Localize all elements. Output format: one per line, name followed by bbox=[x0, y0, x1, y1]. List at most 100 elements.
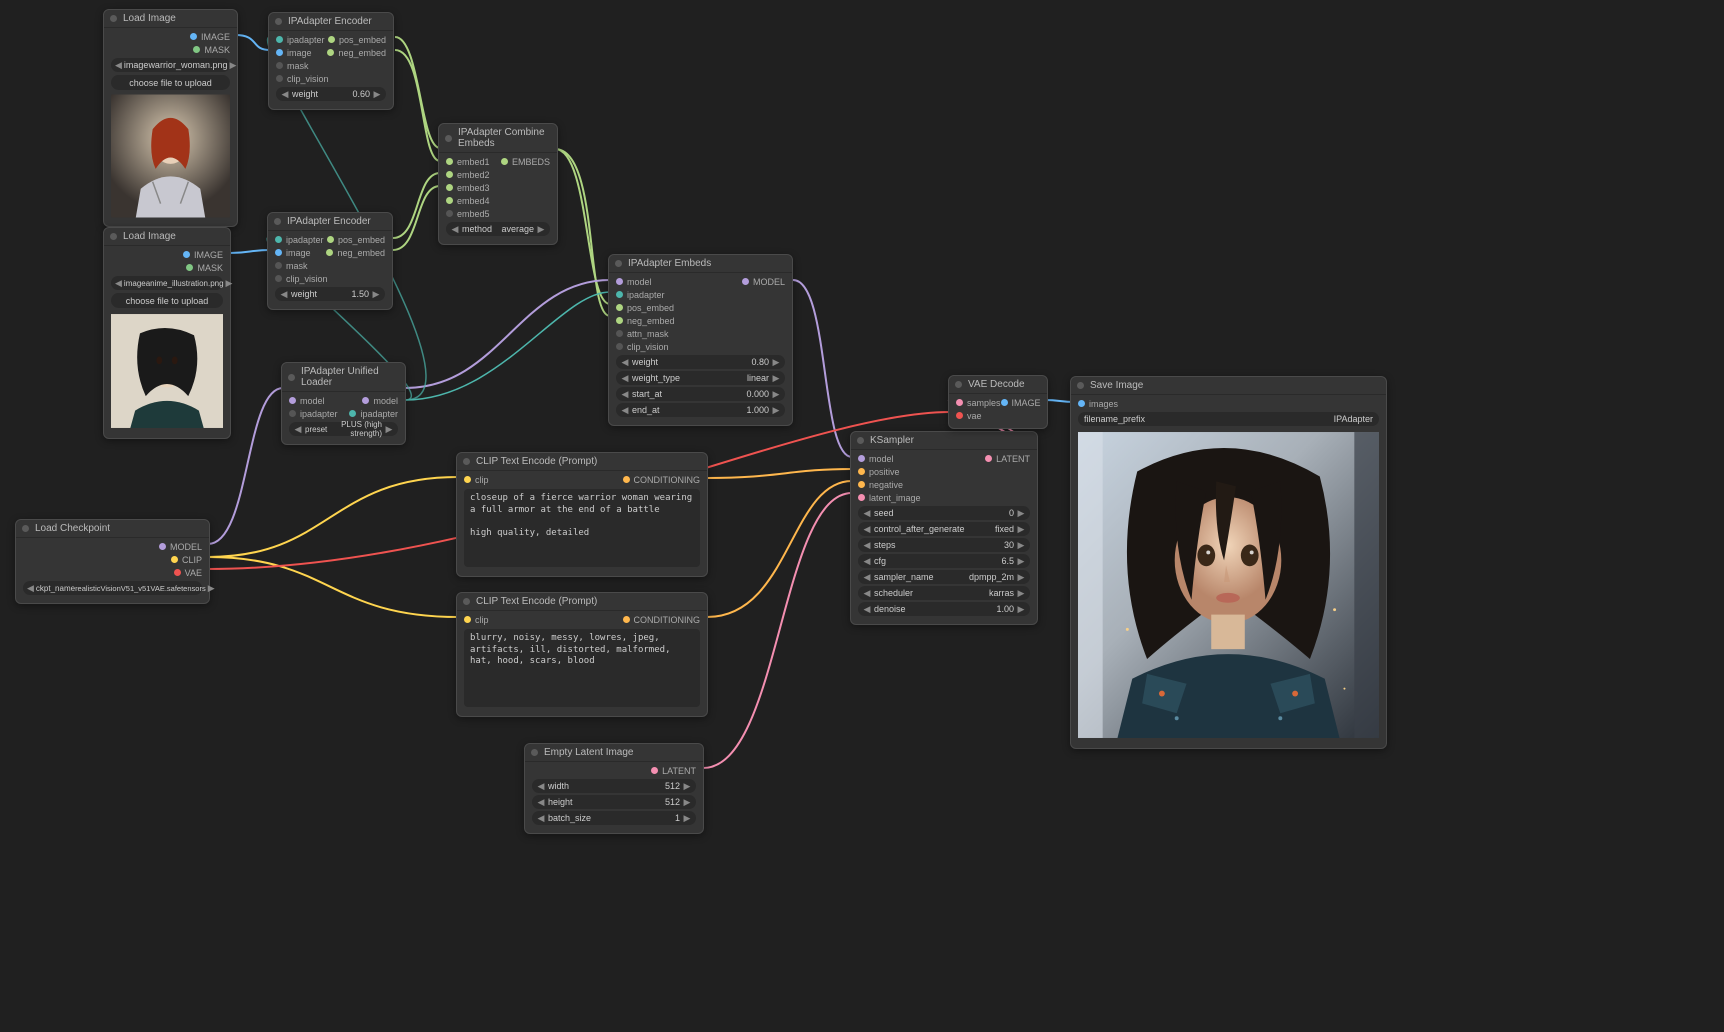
chevron-right-icon[interactable]: ▶ bbox=[229, 60, 236, 71]
output-conditioning[interactable]: CONDITIONING bbox=[623, 475, 701, 485]
weight-widget[interactable]: ◀ weight 1.50 ▶ bbox=[275, 287, 385, 301]
output-pos-embed[interactable]: pos_embed bbox=[327, 235, 385, 245]
input-embed2[interactable]: embed2 bbox=[446, 170, 490, 180]
input-ipadapter[interactable]: ipadapter bbox=[616, 290, 665, 300]
width-widget[interactable]: ◀width512▶ bbox=[532, 779, 696, 793]
input-ipadapter[interactable]: ipadapter bbox=[275, 235, 324, 245]
input-model[interactable]: model bbox=[616, 277, 652, 287]
input-clip[interactable]: clip bbox=[464, 475, 489, 485]
output-latent[interactable]: LATENT bbox=[651, 766, 696, 776]
weight-type-widget[interactable]: ◀weight_typelinear▶ bbox=[616, 371, 785, 385]
node-clip-text-encode-positive[interactable]: CLIP Text Encode (Prompt) clip CONDITION… bbox=[456, 452, 708, 577]
collapse-dot-icon[interactable] bbox=[110, 233, 117, 240]
node-title[interactable]: IPAdapter Embeds bbox=[609, 255, 792, 273]
node-empty-latent-image[interactable]: Empty Latent Image LATENT ◀width512▶ ◀he… bbox=[524, 743, 704, 834]
input-embed1[interactable]: embed1 bbox=[446, 157, 490, 167]
scheduler-widget[interactable]: ◀schedulerkarras▶ bbox=[858, 586, 1030, 600]
node-clip-text-encode-negative[interactable]: CLIP Text Encode (Prompt) clip CONDITION… bbox=[456, 592, 708, 717]
output-image[interactable]: IMAGE bbox=[183, 250, 223, 260]
seed-widget[interactable]: ◀seed0▶ bbox=[858, 506, 1030, 520]
output-image[interactable]: IMAGE bbox=[1001, 398, 1041, 408]
node-title[interactable]: Load Checkpoint bbox=[16, 520, 209, 538]
input-attn-mask[interactable]: attn_mask bbox=[616, 329, 669, 339]
output-clip[interactable]: CLIP bbox=[171, 555, 202, 565]
chevron-left-icon[interactable]: ◀ bbox=[115, 60, 122, 71]
input-neg-embed[interactable]: neg_embed bbox=[616, 316, 675, 326]
cfg-widget[interactable]: ◀cfg6.5▶ bbox=[858, 554, 1030, 568]
method-widget[interactable]: ◀ method average ▶ bbox=[446, 222, 550, 236]
chevron-right-icon[interactable]: ▶ bbox=[536, 224, 546, 235]
input-ipadapter[interactable]: ipadapter bbox=[276, 35, 325, 45]
end-at-widget[interactable]: ◀end_at1.000▶ bbox=[616, 403, 785, 417]
start-at-widget[interactable]: ◀start_at0.000▶ bbox=[616, 387, 785, 401]
input-mask[interactable]: mask bbox=[275, 261, 308, 271]
node-load-image-1[interactable]: Load Image IMAGE MASK ◀ image warrior_wo… bbox=[103, 9, 238, 227]
input-ipadapter[interactable]: ipadapter bbox=[289, 409, 338, 419]
control-after-generate-widget[interactable]: ◀control_after_generatefixed▶ bbox=[858, 522, 1030, 536]
input-negative[interactable]: negative bbox=[858, 480, 903, 490]
collapse-dot-icon[interactable] bbox=[615, 260, 622, 267]
batch-size-widget[interactable]: ◀batch_size1▶ bbox=[532, 811, 696, 825]
collapse-dot-icon[interactable] bbox=[445, 135, 452, 142]
chevron-left-icon[interactable]: ◀ bbox=[293, 424, 303, 435]
node-title[interactable]: CLIP Text Encode (Prompt) bbox=[457, 453, 707, 471]
collapse-dot-icon[interactable] bbox=[22, 525, 29, 532]
output-mask[interactable]: MASK bbox=[193, 45, 230, 55]
node-title[interactable]: Load Image bbox=[104, 10, 237, 28]
input-samples[interactable]: samples bbox=[956, 398, 1001, 408]
node-title[interactable]: IPAdapter Encoder bbox=[269, 13, 393, 31]
input-clip-vision[interactable]: clip_vision bbox=[616, 342, 669, 352]
node-ipadapter-encoder-2[interactable]: IPAdapter Encoder ipadapter pos_embed im… bbox=[267, 212, 393, 310]
output-conditioning[interactable]: CONDITIONING bbox=[623, 615, 701, 625]
image-select-widget[interactable]: ◀ image anime_illustration.png ▶ bbox=[111, 276, 223, 290]
collapse-dot-icon[interactable] bbox=[1077, 382, 1084, 389]
collapse-dot-icon[interactable] bbox=[463, 458, 470, 465]
input-image[interactable]: image bbox=[275, 248, 311, 258]
chevron-right-icon[interactable]: ▶ bbox=[226, 278, 233, 289]
output-vae[interactable]: VAE bbox=[174, 568, 202, 578]
upload-button[interactable]: choose file to upload bbox=[111, 293, 223, 308]
steps-widget[interactable]: ◀steps30▶ bbox=[858, 538, 1030, 552]
input-mask[interactable]: mask bbox=[276, 61, 309, 71]
output-pos-embed[interactable]: pos_embed bbox=[328, 35, 386, 45]
node-vae-decode[interactable]: VAE Decode samples IMAGE vae bbox=[948, 375, 1048, 429]
input-latent-image[interactable]: latent_image bbox=[858, 493, 921, 503]
prompt-textarea[interactable]: blurry, noisy, messy, lowres, jpeg, arti… bbox=[464, 629, 700, 707]
input-embed4[interactable]: embed4 bbox=[446, 196, 490, 206]
node-ipadapter-unified-loader[interactable]: IPAdapter Unified Loader model model ipa… bbox=[281, 362, 406, 445]
node-title[interactable]: Load Image bbox=[104, 228, 230, 246]
chevron-left-icon[interactable]: ◀ bbox=[27, 583, 34, 594]
input-model[interactable]: model bbox=[289, 396, 325, 406]
collapse-dot-icon[interactable] bbox=[857, 437, 864, 444]
output-neg-embed[interactable]: neg_embed bbox=[327, 48, 386, 58]
collapse-dot-icon[interactable] bbox=[275, 18, 282, 25]
input-positive[interactable]: positive bbox=[858, 467, 900, 477]
input-model[interactable]: model bbox=[858, 454, 894, 464]
output-latent[interactable]: LATENT bbox=[985, 454, 1030, 464]
node-title[interactable]: CLIP Text Encode (Prompt) bbox=[457, 593, 707, 611]
chevron-left-icon[interactable]: ◀ bbox=[450, 224, 460, 235]
collapse-dot-icon[interactable] bbox=[274, 218, 281, 225]
input-image[interactable]: image bbox=[276, 48, 312, 58]
node-ipadapter-combine-embeds[interactable]: IPAdapter Combine Embeds embed1 EMBEDS e… bbox=[438, 123, 558, 245]
input-images[interactable]: images bbox=[1078, 399, 1118, 409]
node-title[interactable]: IPAdapter Combine Embeds bbox=[439, 124, 557, 153]
node-title[interactable]: IPAdapter Encoder bbox=[268, 213, 392, 231]
ckpt-select-widget[interactable]: ◀ ckpt_name realisticVisionV51_v51VAE.sa… bbox=[23, 581, 202, 595]
input-vae[interactable]: vae bbox=[956, 411, 982, 421]
collapse-dot-icon[interactable] bbox=[531, 749, 538, 756]
output-neg-embed[interactable]: neg_embed bbox=[326, 248, 385, 258]
node-save-image[interactable]: Save Image images filename_prefix IPAdap… bbox=[1070, 376, 1387, 749]
chevron-right-icon[interactable]: ▶ bbox=[208, 583, 215, 594]
input-clip[interactable]: clip bbox=[464, 615, 489, 625]
collapse-dot-icon[interactable] bbox=[288, 374, 295, 381]
node-title[interactable]: KSampler bbox=[851, 432, 1037, 450]
node-title[interactable]: IPAdapter Unified Loader bbox=[282, 363, 405, 392]
input-embed3[interactable]: embed3 bbox=[446, 183, 490, 193]
output-model[interactable]: MODEL bbox=[742, 277, 785, 287]
node-load-image-2[interactable]: Load Image IMAGE MASK ◀ image anime_illu… bbox=[103, 227, 231, 439]
filename-prefix-widget[interactable]: filename_prefix IPAdapter bbox=[1078, 412, 1379, 426]
upload-button[interactable]: choose file to upload bbox=[111, 75, 230, 90]
input-embed5[interactable]: embed5 bbox=[446, 209, 490, 219]
node-title[interactable]: Empty Latent Image bbox=[525, 744, 703, 762]
